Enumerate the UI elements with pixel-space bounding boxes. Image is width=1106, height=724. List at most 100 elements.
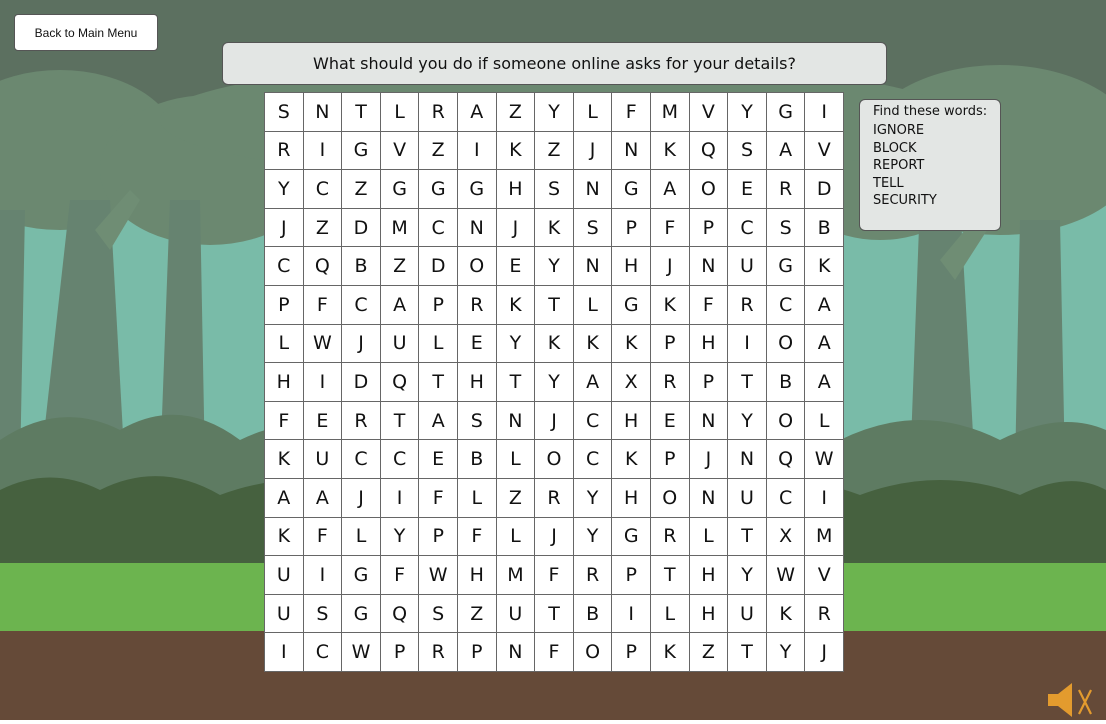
grid-cell[interactable]: W xyxy=(419,556,458,595)
grid-cell[interactable]: L xyxy=(380,93,420,132)
grid-cell[interactable]: W xyxy=(766,556,806,595)
grid-cell[interactable]: B xyxy=(573,594,613,634)
grid-cell[interactable]: Y xyxy=(535,93,574,132)
grid-cell[interactable]: O xyxy=(573,633,613,672)
grid-cell[interactable]: E xyxy=(496,247,536,286)
grid-cell[interactable]: R xyxy=(650,517,690,557)
grid-cell[interactable]: H xyxy=(457,363,497,402)
grid-cell[interactable]: V xyxy=(805,131,844,171)
grid-cell[interactable]: E xyxy=(728,170,767,209)
grid-cell[interactable]: T xyxy=(496,363,536,402)
grid-cell[interactable]: R xyxy=(457,285,497,325)
grid-cell[interactable]: G xyxy=(342,556,381,595)
grid-cell[interactable]: U xyxy=(265,594,304,634)
grid-cell[interactable]: N xyxy=(457,208,497,248)
grid-cell[interactable]: L xyxy=(265,324,304,364)
grid-cell[interactable]: G xyxy=(419,170,458,209)
grid-cell[interactable]: M xyxy=(496,556,536,595)
grid-cell[interactable]: Y xyxy=(766,633,806,672)
grid-cell[interactable]: H xyxy=(457,556,497,595)
grid-cell[interactable]: A xyxy=(650,170,690,209)
grid-cell[interactable]: Q xyxy=(380,594,420,634)
grid-cell[interactable]: V xyxy=(380,131,420,171)
grid-cell[interactable]: Q xyxy=(766,440,806,479)
grid-cell[interactable]: L xyxy=(573,285,613,325)
grid-cell[interactable]: I xyxy=(805,93,844,132)
grid-cell[interactable]: I xyxy=(805,478,844,518)
grid-cell[interactable]: C xyxy=(419,208,458,248)
grid-cell[interactable]: F xyxy=(303,517,343,557)
grid-cell[interactable]: U xyxy=(496,594,536,634)
grid-cell[interactable]: M xyxy=(650,93,690,132)
grid-cell[interactable]: Z xyxy=(689,633,729,672)
grid-cell[interactable]: C xyxy=(265,247,304,286)
grid-cell[interactable]: S xyxy=(728,131,767,171)
grid-cell[interactable]: P xyxy=(650,440,690,479)
grid-cell[interactable]: K xyxy=(265,440,304,479)
grid-cell[interactable]: S xyxy=(457,401,497,441)
grid-cell[interactable]: V xyxy=(689,93,729,132)
grid-cell[interactable]: A xyxy=(805,285,844,325)
grid-cell[interactable]: O xyxy=(689,170,729,209)
grid-cell[interactable]: K xyxy=(612,440,651,479)
grid-cell[interactable]: S xyxy=(573,208,613,248)
grid-cell[interactable]: N xyxy=(689,401,729,441)
grid-cell[interactable]: E xyxy=(650,401,690,441)
grid-cell[interactable]: Y xyxy=(573,517,613,557)
grid-cell[interactable]: F xyxy=(535,633,574,672)
grid-cell[interactable]: Z xyxy=(535,131,574,171)
grid-cell[interactable]: T xyxy=(535,594,574,634)
grid-cell[interactable]: G xyxy=(612,517,651,557)
grid-cell[interactable]: T xyxy=(535,285,574,325)
grid-cell[interactable]: N xyxy=(728,440,767,479)
grid-cell[interactable]: I xyxy=(303,363,343,402)
grid-cell[interactable]: O xyxy=(766,401,806,441)
grid-cell[interactable]: F xyxy=(689,285,729,325)
grid-cell[interactable]: P xyxy=(612,208,651,248)
grid-cell[interactable]: Y xyxy=(728,556,767,595)
grid-cell[interactable]: Y xyxy=(380,517,420,557)
grid-cell[interactable]: N xyxy=(573,170,613,209)
grid-cell[interactable]: R xyxy=(650,363,690,402)
grid-cell[interactable]: Z xyxy=(380,247,420,286)
grid-cell[interactable]: S xyxy=(535,170,574,209)
grid-cell[interactable]: J xyxy=(573,131,613,171)
grid-cell[interactable]: J xyxy=(265,208,304,248)
grid-cell[interactable]: U xyxy=(303,440,343,479)
grid-cell[interactable]: D xyxy=(419,247,458,286)
grid-cell[interactable]: S xyxy=(265,93,304,132)
grid-cell[interactable]: A xyxy=(766,131,806,171)
grid-cell[interactable]: F xyxy=(535,556,574,595)
grid-cell[interactable]: F xyxy=(457,517,497,557)
grid-cell[interactable]: X xyxy=(612,363,651,402)
grid-cell[interactable]: Y xyxy=(535,247,574,286)
grid-cell[interactable]: P xyxy=(419,517,458,557)
grid-cell[interactable]: U xyxy=(728,247,767,286)
grid-cell[interactable]: T xyxy=(342,93,381,132)
grid-cell[interactable]: Z xyxy=(496,93,536,132)
grid-cell[interactable]: K xyxy=(612,324,651,364)
grid-cell[interactable]: O xyxy=(650,478,690,518)
grid-cell[interactable]: N xyxy=(303,93,343,132)
grid-cell[interactable]: Z xyxy=(457,594,497,634)
grid-cell[interactable]: I xyxy=(457,131,497,171)
grid-cell[interactable]: Q xyxy=(303,247,343,286)
grid-cell[interactable]: T xyxy=(419,363,458,402)
grid-cell[interactable]: P xyxy=(650,324,690,364)
grid-cell[interactable]: U xyxy=(380,324,420,364)
grid-cell[interactable]: B xyxy=(342,247,381,286)
grid-cell[interactable]: D xyxy=(805,170,844,209)
grid-cell[interactable]: N xyxy=(689,478,729,518)
grid-cell[interactable]: J xyxy=(805,633,844,672)
grid-cell[interactable]: G xyxy=(766,93,806,132)
grid-cell[interactable]: C xyxy=(573,401,613,441)
grid-cell[interactable]: W xyxy=(303,324,343,364)
grid-cell[interactable]: S xyxy=(419,594,458,634)
grid-cell[interactable]: T xyxy=(728,363,767,402)
grid-cell[interactable]: L xyxy=(419,324,458,364)
grid-cell[interactable]: D xyxy=(342,208,381,248)
grid-cell[interactable]: T xyxy=(650,556,690,595)
grid-cell[interactable]: J xyxy=(535,401,574,441)
grid-cell[interactable]: Q xyxy=(380,363,420,402)
grid-cell[interactable]: J xyxy=(689,440,729,479)
